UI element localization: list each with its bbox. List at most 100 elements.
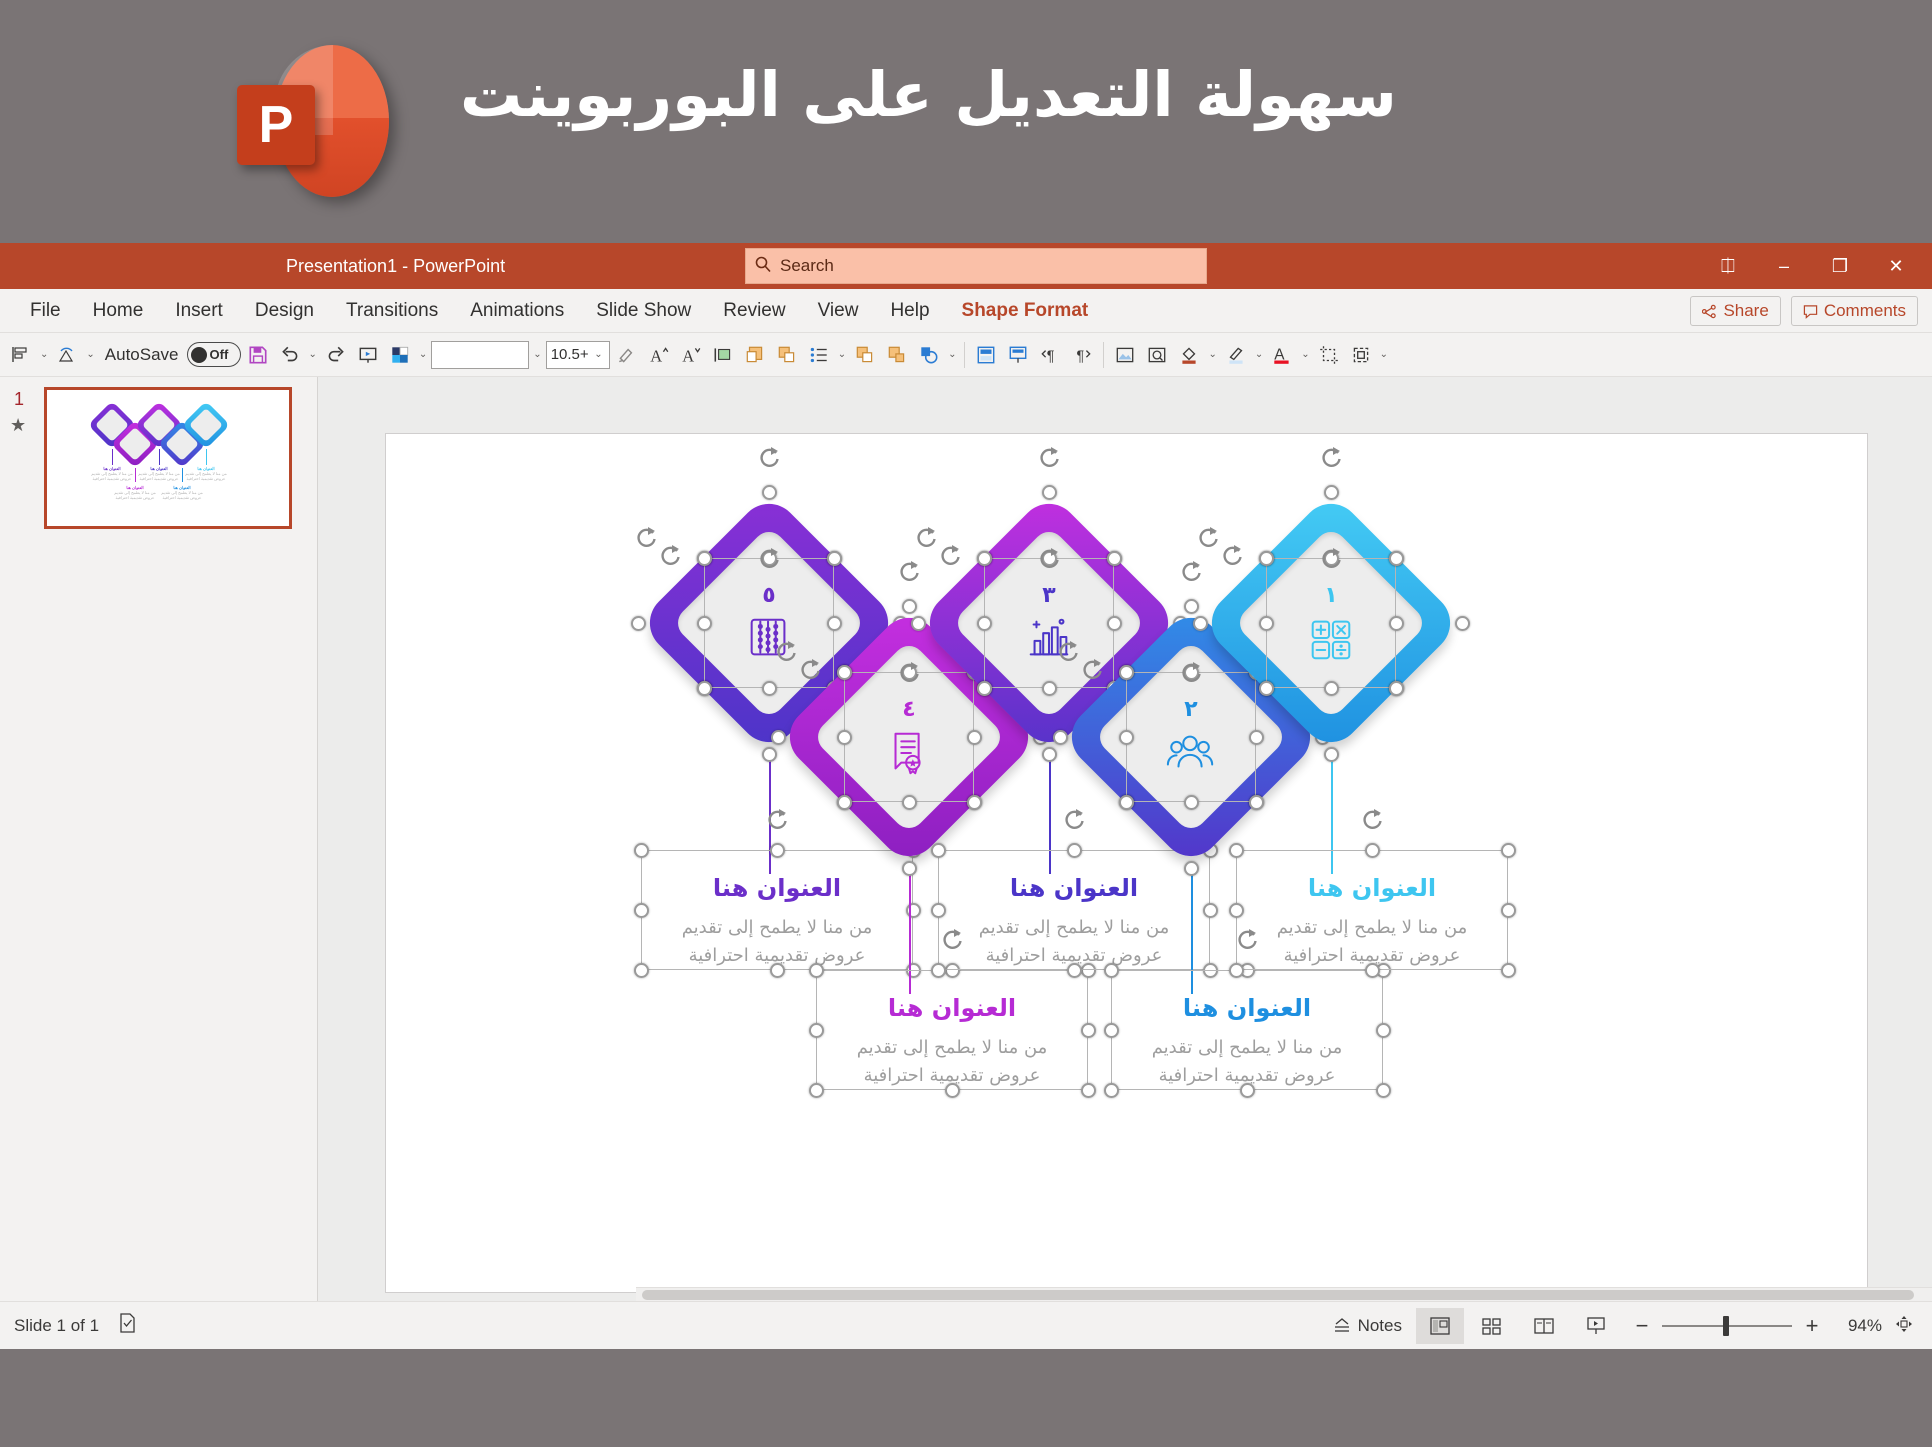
selection-handle[interactable] [770,729,786,745]
layout-icon[interactable] [971,338,1001,372]
selection-handle[interactable] [1258,680,1274,696]
slide-thumbnail-1[interactable]: العنوان هنا من منا لا يطمح إلى تقديم عروض… [44,387,292,529]
pen-color-icon[interactable] [1221,338,1251,372]
selection-handle[interactable] [1258,550,1274,566]
group-objects-icon[interactable] [1346,338,1376,372]
rotate-handle[interactable] [655,541,685,571]
slide-sorter-icon[interactable] [1468,1308,1516,1344]
start-slideshow-icon[interactable] [353,338,383,372]
zoom-slider-handle[interactable] [1723,1316,1729,1336]
search-input[interactable]: Search [745,248,1207,284]
selection-handle[interactable] [1228,962,1244,978]
tab-home[interactable]: Home [77,289,160,333]
selection-handle[interactable] [1388,615,1404,631]
selection-handle[interactable] [1066,962,1082,978]
rotate-handle[interactable] [1217,541,1247,571]
selection-handle[interactable] [1258,615,1274,631]
selection-handle[interactable] [696,550,712,566]
selection-handle[interactable] [944,1082,960,1098]
shapes-dropdown[interactable]: ⌄ [946,349,958,360]
selection-handle[interactable] [1052,729,1068,745]
rotate-handle[interactable] [1316,443,1346,473]
undo-icon[interactable] [275,338,305,372]
rotate-handle[interactable] [1034,544,1064,574]
bullets-dropdown[interactable]: ⌄ [836,349,848,360]
selection-handle[interactable] [1239,1082,1255,1098]
fill-color-icon[interactable] [1174,338,1204,372]
selection-handle[interactable] [696,680,712,696]
zoom-out-button[interactable]: − [1632,1313,1652,1339]
decrease-font-size-icon[interactable]: A [676,338,706,372]
selection-handle[interactable] [1103,1082,1119,1098]
toolbar-overflow[interactable]: ⌄ [1378,349,1390,360]
rotate-handle[interactable] [1034,443,1064,473]
selection-handle[interactable] [1118,664,1134,680]
selection-handle[interactable] [930,902,946,918]
selection-handle[interactable] [901,860,917,876]
selection-handle[interactable] [1364,842,1380,858]
selection-handle[interactable] [1202,902,1218,918]
selection-handle[interactable] [1103,962,1119,978]
selection-handle[interactable] [1183,860,1199,876]
selection-handle[interactable] [1106,550,1122,566]
rotate-handle[interactable] [894,557,924,587]
slide-master-icon[interactable] [1003,338,1033,372]
rotate-handle[interactable] [1357,805,1387,835]
font-color-icon[interactable]: A [1267,338,1297,372]
selection-handle[interactable] [630,615,646,631]
tab-view[interactable]: View [802,289,875,333]
selection-handle[interactable] [633,842,649,858]
rotate-handle[interactable] [754,443,784,473]
font-size-input[interactable]: 10.5+ ⌄ [545,340,610,369]
zoom-in-button[interactable]: + [1802,1313,1822,1339]
fit-to-window-icon[interactable] [1886,1314,1922,1339]
shape-outline-icon[interactable] [772,338,802,372]
tab-animations[interactable]: Animations [454,289,580,333]
horizontal-scrollbar-thumb[interactable] [642,1290,1914,1300]
rotate-handle[interactable] [1077,655,1107,685]
align-object-icon[interactable] [6,338,36,372]
share-button[interactable]: Share [1690,296,1781,326]
selection-handle[interactable] [826,550,842,566]
selection-handle[interactable] [808,962,824,978]
close-icon[interactable]: ✕ [1868,243,1924,289]
selection-handle[interactable] [910,615,926,631]
selection-handle[interactable] [930,842,946,858]
font-color-dropdown[interactable]: ⌄ [1299,349,1311,360]
selection-handle[interactable] [1375,1022,1391,1038]
selection-handle[interactable] [761,680,777,696]
rotate-handle[interactable] [935,541,965,571]
align-object-dropdown[interactable]: ⌄ [38,349,50,360]
selection-handle[interactable] [1388,550,1404,566]
selection-handle[interactable] [1500,962,1516,978]
font-size-dropdown[interactable]: ⌄ [592,349,604,360]
redo-icon[interactable] [321,338,351,372]
minimize-icon[interactable]: – [1756,243,1812,289]
selection-handle[interactable] [1103,1022,1119,1038]
selection-handle[interactable] [1248,794,1264,810]
selection-handle[interactable] [930,962,946,978]
zoom-level-label[interactable]: 94% [1834,1316,1882,1336]
tab-slide-show[interactable]: Slide Show [580,289,707,333]
selection-handle[interactable] [976,615,992,631]
shapes-icon[interactable] [914,338,944,372]
selection-handle[interactable] [836,664,852,680]
selection-handle[interactable] [1118,729,1134,745]
send-backward-icon[interactable] [882,338,912,372]
tab-help[interactable]: Help [874,289,945,333]
selection-handle[interactable] [1080,1082,1096,1098]
thumbnail-scrollbar[interactable] [307,377,317,1301]
tab-transitions[interactable]: Transitions [330,289,454,333]
selection-handle[interactable] [761,484,777,500]
selection-handle[interactable] [1500,902,1516,918]
selection-handle[interactable] [1248,729,1264,745]
selection-handle[interactable] [901,598,917,614]
accessibility-checker-icon[interactable] [117,1312,137,1339]
tab-shape-format[interactable]: Shape Format [946,289,1105,333]
font-name-input[interactable] [431,340,530,369]
selection-handle[interactable] [761,746,777,762]
theme-colors-dropdown[interactable]: ⌄ [417,349,429,360]
selection-handle[interactable] [1500,842,1516,858]
selection-handle[interactable] [1228,842,1244,858]
rotate-handle[interactable] [762,805,792,835]
